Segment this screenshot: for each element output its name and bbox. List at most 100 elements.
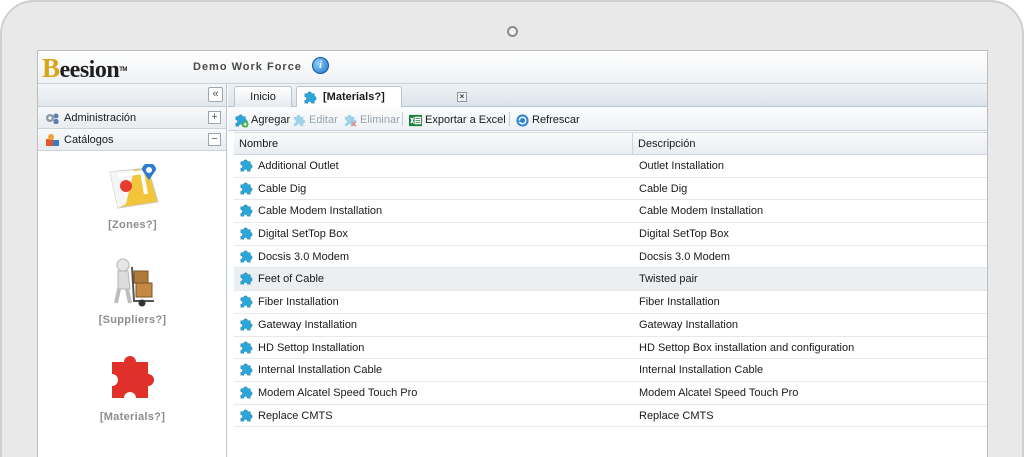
- tab-label: [Materials?]: [323, 91, 385, 103]
- add-button-label: Agregar: [251, 114, 291, 126]
- collapse-sidebar-button[interactable]: «: [208, 87, 223, 102]
- cell-nombre-text: Cable Modem Installation: [258, 205, 383, 218]
- cell-nombre-text: Digital SetTop Box: [258, 228, 348, 241]
- cell-nombre: Cable Modem Installation: [239, 200, 382, 222]
- puzzle-icon: [240, 409, 253, 421]
- main-panel: Inicio [Materials?] × Agregar Editar Eli…: [228, 84, 987, 457]
- puzzle-icon: [240, 386, 253, 399]
- excel-icon: [408, 114, 423, 127]
- cell-descripcion: Outlet Installation: [639, 160, 724, 172]
- puzzle-icon: [304, 91, 317, 104]
- gear-users-icon: [45, 111, 60, 125]
- catalog-item-materials[interactable]: [Materials?]: [38, 346, 227, 423]
- add-button[interactable]: Agregar: [234, 112, 290, 128]
- materials-grid: Nombre Descripción Additional Outlet Outl…: [234, 132, 987, 428]
- cell-nombre: Feet of Cable: [239, 268, 324, 290]
- catalog-item-suppliers[interactable]: [Suppliers?]: [38, 257, 227, 326]
- cell-nombre: Internal Installation Cable: [239, 359, 382, 381]
- cell-descripcion: Replace CMTS: [639, 409, 714, 422]
- cell-descripcion: HD Settop Box installation and configura…: [639, 341, 855, 354]
- cell-nombre: Gateway Installation: [239, 314, 357, 336]
- table-row[interactable]: Digital SetTop Box Digital SetTop Box: [234, 223, 987, 246]
- edit-button[interactable]: Editar: [292, 112, 338, 128]
- sidebar-collapse-bar: «: [38, 84, 226, 107]
- export-button-label: Exportar a Excel: [425, 114, 506, 126]
- cell-nombre-text: Cable Dig: [258, 182, 307, 195]
- cell-descripcion: Twisted pair: [639, 273, 698, 286]
- grid-header: Nombre Descripción: [234, 133, 987, 155]
- catalog-icon: [45, 133, 60, 147]
- delete-button[interactable]: Eliminar: [343, 112, 400, 128]
- cell-descripcion: Cable Modem Installation: [639, 205, 764, 218]
- expand-icon[interactable]: +: [208, 111, 221, 124]
- cell-nombre: Replace CMTS: [239, 405, 333, 427]
- table-row[interactable]: Cable Modem Installation Cable Modem Inst…: [234, 200, 987, 224]
- cell-descripcion: Internal Installation Cable: [639, 364, 764, 377]
- puzzle-icon: [111, 356, 154, 398]
- app-header: BeesionTM Demo Work Force i: [38, 51, 987, 84]
- edit-button-label: Editar: [309, 114, 338, 126]
- puzzle-icon: [240, 273, 253, 285]
- cell-nombre: Additional Outlet: [239, 155, 339, 177]
- puzzle-icon: [240, 204, 253, 217]
- cell-nombre-text: Gateway Installation: [258, 318, 358, 331]
- cell-descripcion: Fiber Installation: [639, 296, 720, 309]
- sidebar-section-catalogos[interactable]: Catálogos −: [38, 129, 226, 151]
- refresh-button[interactable]: Refrescar: [515, 112, 580, 128]
- table-row[interactable]: Feet of Cable Twisted pair: [234, 268, 987, 292]
- cell-nombre-text: Fiber Installation: [258, 296, 339, 309]
- cell-nombre-text: Internal Installation Cable: [258, 364, 383, 377]
- cell-nombre: HD Settop Installation: [239, 337, 364, 359]
- refresh-icon: [516, 114, 529, 127]
- table-row[interactable]: Docsis 3.0 Modem Docsis 3.0 Modem: [234, 246, 987, 269]
- toolbar: Agregar Editar Eliminar Exportar a Excel…: [228, 107, 987, 131]
- cell-nombre: Fiber Installation: [239, 291, 339, 313]
- cell-descripcion: Modem Alcatel Speed Touch Pro: [639, 386, 799, 399]
- tab-materials[interactable]: [Materials?] ×: [296, 86, 467, 107]
- catalog-item-zones[interactable]: [Zones?]: [38, 163, 227, 231]
- sidebar-section-administracion[interactable]: Administración +: [38, 107, 226, 129]
- table-row[interactable]: Replace CMTS Replace CMTS: [234, 405, 987, 428]
- cell-nombre: Docsis 3.0 Modem: [239, 246, 349, 268]
- sidebar: « Administración + Catálogos − [Zones?] …: [38, 84, 227, 457]
- table-row[interactable]: Cable Dig Cable Dig: [234, 178, 987, 201]
- column-header-nombre[interactable]: Nombre: [234, 133, 633, 155]
- puzzle-delete-icon: [344, 114, 357, 127]
- table-row[interactable]: Gateway Installation Gateway Installation: [234, 314, 987, 337]
- info-icon[interactable]: i: [312, 57, 329, 74]
- puzzle-edit-icon: [293, 114, 306, 127]
- puzzle-icon: [240, 250, 253, 263]
- logo: BeesionTM: [42, 53, 127, 84]
- tab-inicio[interactable]: Inicio: [234, 86, 292, 107]
- table-row[interactable]: Modem Alcatel Speed Touch Pro Modem Alcat…: [234, 382, 987, 405]
- export-excel-button[interactable]: Exportar a Excel: [408, 112, 506, 128]
- table-row[interactable]: HD Settop Installation HD Settop Box inst…: [234, 337, 987, 360]
- column-header-descripcion[interactable]: Descripción: [633, 133, 987, 155]
- hand-truck-icon: [113, 258, 154, 307]
- catalog-item-label: [Suppliers?]: [98, 314, 167, 326]
- cell-nombre: Cable Dig: [239, 178, 306, 200]
- table-row[interactable]: Additional Outlet Outlet Installation: [234, 155, 987, 178]
- puzzle-icon: [240, 227, 253, 240]
- cell-descripcion: Cable Dig: [639, 182, 688, 195]
- close-tab-icon[interactable]: ×: [457, 92, 467, 102]
- cell-nombre-text: Feet of Cable: [258, 273, 325, 286]
- puzzle-icon: [240, 182, 253, 195]
- catalog-item-label: [Materials?]: [99, 411, 166, 423]
- cell-descripcion: Docsis 3.0 Modem: [639, 250, 731, 263]
- cell-nombre-text: Replace CMTS: [258, 409, 333, 422]
- puzzle-icon: [240, 295, 253, 308]
- table-row[interactable]: Fiber Installation Fiber Installation: [234, 291, 987, 314]
- cell-nombre-text: Docsis 3.0 Modem: [258, 250, 350, 263]
- catalog-item-label: [Zones?]: [108, 219, 157, 231]
- puzzle-icon: [240, 318, 253, 331]
- puzzle-add-icon: [235, 114, 249, 128]
- collapse-icon[interactable]: −: [208, 133, 221, 146]
- refresh-button-label: Refrescar: [532, 114, 580, 126]
- cell-descripcion: Digital SetTop Box: [639, 228, 729, 241]
- table-row[interactable]: Internal Installation Cable Internal Inst…: [234, 359, 987, 382]
- sidebar-section-label: Catálogos: [64, 134, 114, 146]
- sidebar-section-label: Administración: [64, 112, 137, 124]
- puzzle-icon: [240, 341, 253, 353]
- puzzle-icon: [240, 363, 253, 376]
